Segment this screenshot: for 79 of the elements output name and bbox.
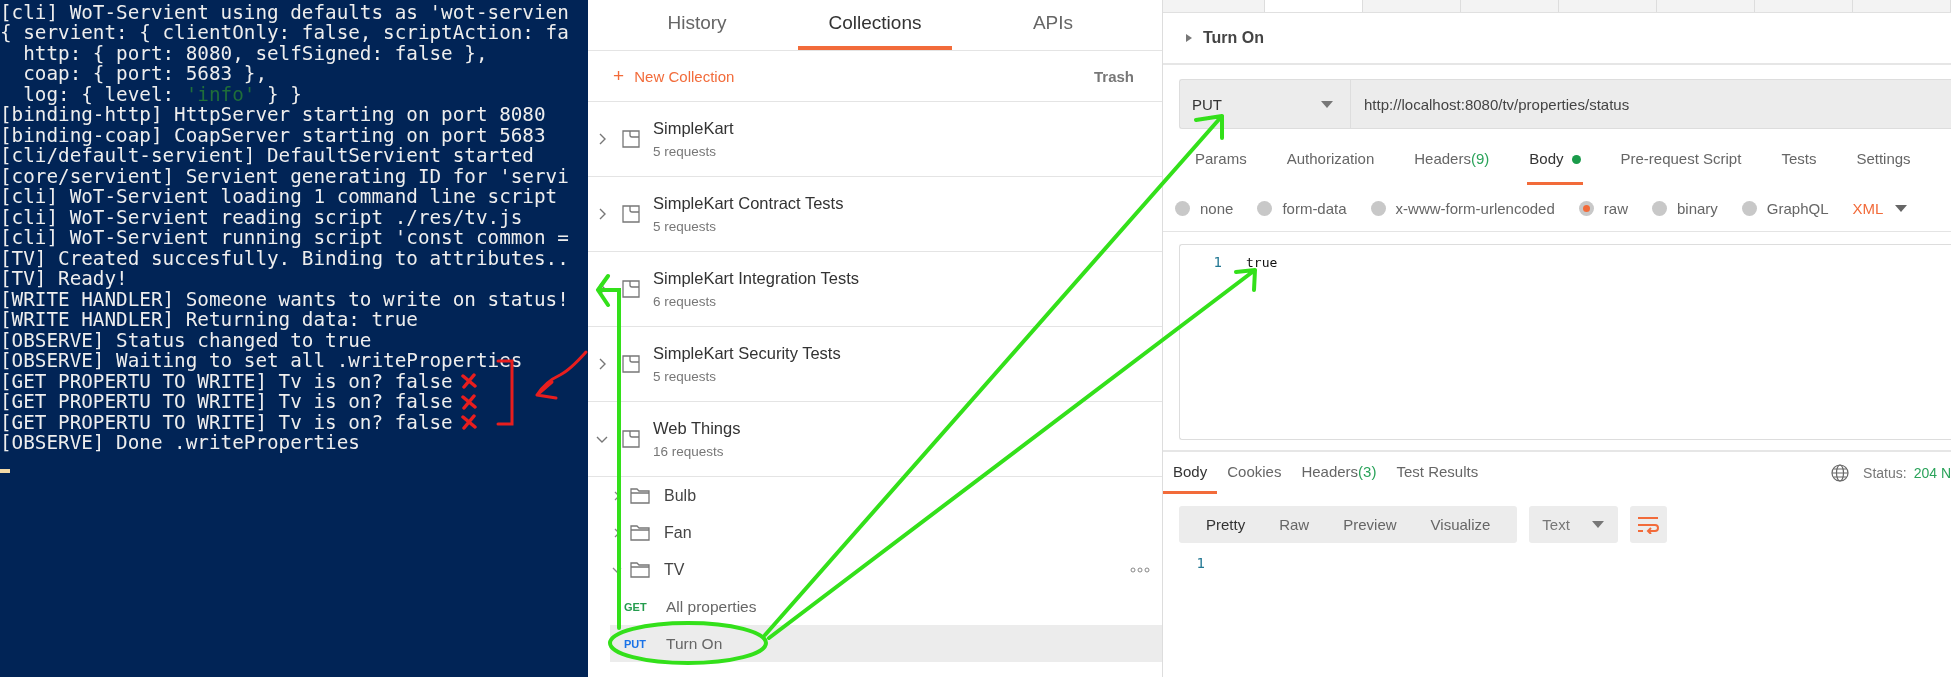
caret-icon[interactable] [1185, 33, 1193, 43]
code-line: true [1246, 254, 1278, 270]
view-mode-button[interactable]: Visualize [1413, 506, 1508, 543]
terminal-line: [core/servient] Servient generating ID for 'servi [0, 164, 569, 188]
request-tab[interactable]: Tests [1779, 135, 1819, 185]
body-mode-radio[interactable]: none [1175, 199, 1234, 217]
request-tab[interactable]: Settings [1854, 135, 1913, 185]
status-label: Status: [1863, 465, 1907, 481]
folder-item[interactable]: Fan [588, 514, 1162, 551]
wrap-icon[interactable] [1629, 506, 1667, 543]
request-count: 5 requests [653, 144, 718, 159]
body-mode-radio[interactable]: form-data [1257, 199, 1347, 217]
sidebar-tab[interactable]: Collections [798, 0, 952, 50]
collection-icon [622, 355, 640, 373]
folder-icon [630, 524, 650, 541]
status-value: 204 N [1913, 465, 1951, 481]
request-title: Turn On [1203, 29, 1265, 47]
folder-item[interactable]: TV [588, 551, 1162, 588]
request-count: 5 requests [653, 219, 718, 234]
collection-name: SimpleKart Security Tests [653, 344, 841, 363]
type-dropdown[interactable]: Text [1529, 506, 1618, 543]
response-tab[interactable]: Body [1163, 452, 1218, 494]
annotation-arrow [535, 350, 588, 400]
request-name: Turn On [666, 634, 723, 653]
terminal-line: [cli] WoT-Servient using defaults as 'wot-servien [0, 0, 569, 24]
more-icon[interactable] [1130, 566, 1150, 573]
collection-name: SimpleKart Integration Tests [653, 269, 860, 288]
request-count: 16 requests [653, 444, 725, 459]
sidebar-tab[interactable]: History [620, 0, 774, 50]
request-count: 5 requests [653, 369, 718, 384]
view-mode-button[interactable]: Pretty [1189, 506, 1263, 543]
folder-icon [630, 487, 650, 504]
line-number: 1 [1212, 254, 1222, 270]
format-dropdown[interactable]: XML [1852, 199, 1884, 217]
request-tab[interactable]: Body [1527, 135, 1583, 185]
response-tab[interactable]: Test Results [1386, 452, 1489, 494]
folder-icon [630, 561, 650, 578]
response-tab[interactable]: Headers(3) [1291, 452, 1387, 494]
collection-item[interactable]: SimpleKart Security Tests 5 requests [588, 327, 1162, 402]
terminal-line: [OBSERVE] Done .writeProperties [0, 431, 360, 455]
response-tab[interactable]: Cookies [1217, 452, 1292, 494]
body-mode-radio[interactable]: x-www-form-urlencoded [1370, 199, 1555, 217]
method-label: PUT [624, 637, 647, 650]
new-collection-button[interactable]: + New Collection [613, 65, 735, 87]
line-number: 1 [1195, 555, 1205, 571]
body-mode-radio[interactable]: GraphQL [1741, 199, 1829, 217]
collection-item[interactable]: Web Things 16 requests [588, 402, 1162, 477]
body-mode-radio[interactable]: raw [1578, 199, 1628, 217]
trash-link[interactable]: Trash [1087, 66, 1140, 86]
globe-icon[interactable] [1831, 464, 1850, 482]
collection-name: SimpleKart Contract Tests [653, 194, 844, 213]
sidebar-tab[interactable]: APIs [976, 0, 1130, 50]
collection-name: SimpleKart [653, 119, 734, 138]
code-editor[interactable]: 1 true [1179, 244, 1951, 440]
request-count: 6 requests [653, 294, 718, 309]
terminal-line: [TV] Ready! [0, 267, 128, 291]
collection-icon [622, 130, 640, 148]
terminal-cursor [0, 469, 10, 473]
collection-icon [622, 430, 640, 448]
collection-item[interactable]: SimpleKart Contract Tests 5 requests [588, 177, 1162, 252]
terminal-line: [WRITE HANDLER] Returning data: true [0, 308, 418, 332]
view-mode-button[interactable]: Preview [1326, 506, 1414, 543]
request-name: All properties [666, 597, 757, 616]
method-label: GET [624, 600, 648, 613]
collection-name: Web Things [653, 419, 741, 438]
request-tab[interactable]: Params [1193, 135, 1249, 185]
collection-icon [622, 205, 640, 223]
request-tab[interactable]: Authorization [1284, 135, 1377, 185]
body-mode-radio[interactable]: binary [1651, 199, 1718, 217]
request-tab[interactable]: Headers(9) [1412, 135, 1492, 185]
view-mode-button[interactable]: Raw [1262, 506, 1327, 543]
request-item[interactable]: GET All properties [610, 588, 1162, 625]
folder-item[interactable]: Bulb [588, 477, 1162, 514]
request-item[interactable]: PUT Turn On [610, 625, 1162, 662]
collection-icon [622, 280, 640, 298]
collection-item[interactable]: SimpleKart 5 requests [588, 102, 1162, 177]
caret-icon[interactable] [1895, 204, 1908, 212]
request-tab[interactable]: Pre-request Script [1618, 135, 1744, 185]
caret-icon [1591, 521, 1604, 528]
